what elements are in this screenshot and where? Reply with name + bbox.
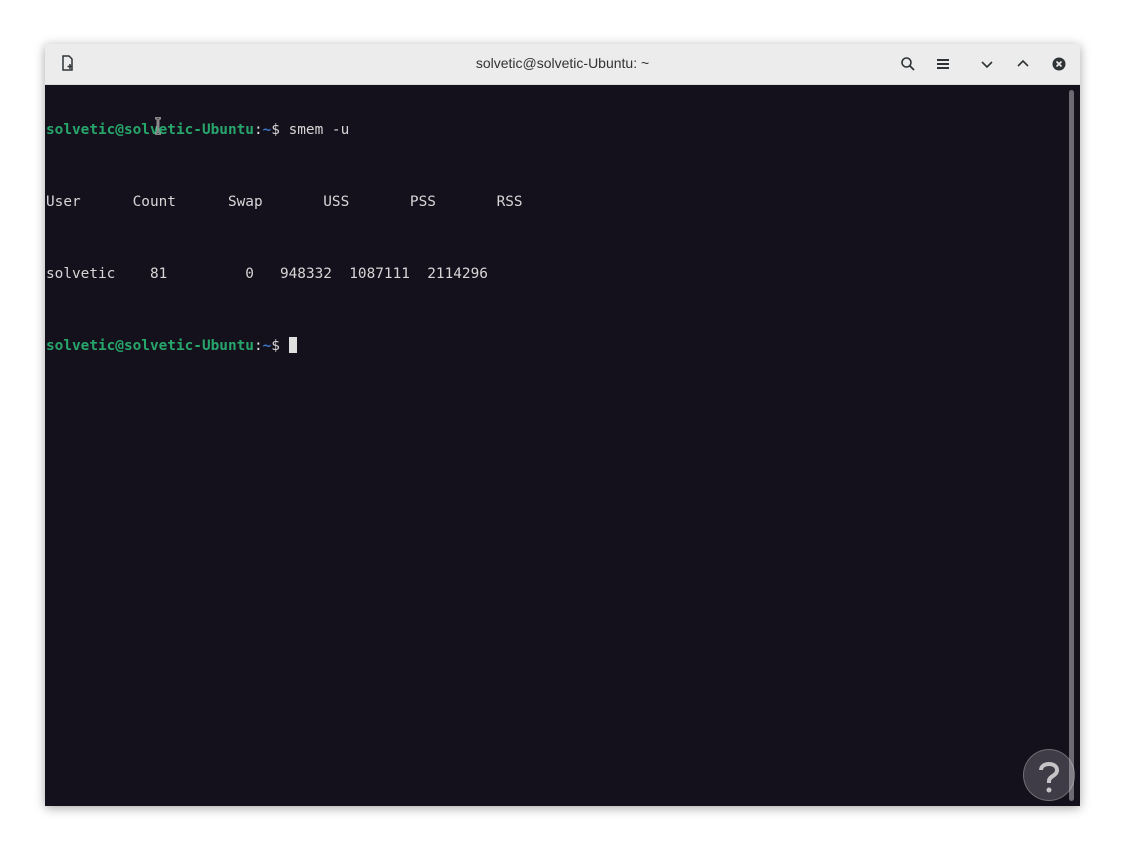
prompt-line: solvetic@solvetic-Ubuntu:~$	[45, 337, 1067, 355]
prompt-dollar: $	[271, 122, 289, 138]
prompt-path: ~	[262, 122, 272, 138]
prompt-user-host: solvetic@solvetic-Ubuntu	[46, 338, 254, 354]
row-pss: 1087111	[349, 266, 410, 282]
chevron-up-icon[interactable]	[1013, 54, 1033, 74]
row-user: solvetic	[46, 266, 116, 282]
header-uss: USS	[323, 194, 350, 210]
header-count: Count	[132, 194, 176, 210]
header-swap: Swap	[227, 194, 263, 210]
close-icon[interactable]	[1049, 54, 1069, 74]
header-pss: PSS	[409, 194, 436, 210]
prompt-separator: :	[253, 338, 263, 354]
chevron-down-icon[interactable]	[977, 54, 997, 74]
watermark-logo	[1023, 749, 1075, 801]
command-text: smem -u	[288, 122, 350, 138]
row-swap: 0	[245, 266, 254, 282]
table-row: solvetic 81 0 948332 1087111 2114296	[45, 265, 1067, 283]
terminal-window: solvetic@solvetic-Ubuntu: ~ solvetic@sol…	[45, 44, 1080, 806]
prompt-path: ~	[262, 338, 272, 354]
prompt-line: solvetic@solvetic-Ubuntu:~$ smem -u	[45, 121, 1067, 139]
header-user: User	[46, 194, 81, 210]
header-rss: RSS	[496, 194, 523, 210]
title-bar[interactable]: solvetic@solvetic-Ubuntu: ~	[45, 44, 1080, 85]
window-title: solvetic@solvetic-Ubuntu: ~	[475, 55, 650, 71]
row-rss: 2114296	[427, 266, 488, 282]
terminal-output[interactable]: solvetic@solvetic-Ubuntu:~$ smem -u User…	[45, 85, 1067, 806]
row-count: 81	[149, 266, 168, 282]
row-uss: 948332	[279, 266, 332, 282]
scrollbar[interactable]	[1069, 90, 1074, 801]
prompt-user-host: solvetic@solvetic-Ubuntu	[46, 122, 254, 138]
prompt-dollar: $	[271, 338, 289, 354]
hamburger-menu-icon[interactable]	[933, 54, 953, 74]
search-icon[interactable]	[898, 54, 918, 74]
prompt-separator: :	[253, 122, 263, 138]
table-header: User Count Swap USS PSS RSS	[45, 193, 1067, 211]
text-select-cursor-icon	[154, 116, 162, 136]
text-cursor	[288, 337, 297, 353]
